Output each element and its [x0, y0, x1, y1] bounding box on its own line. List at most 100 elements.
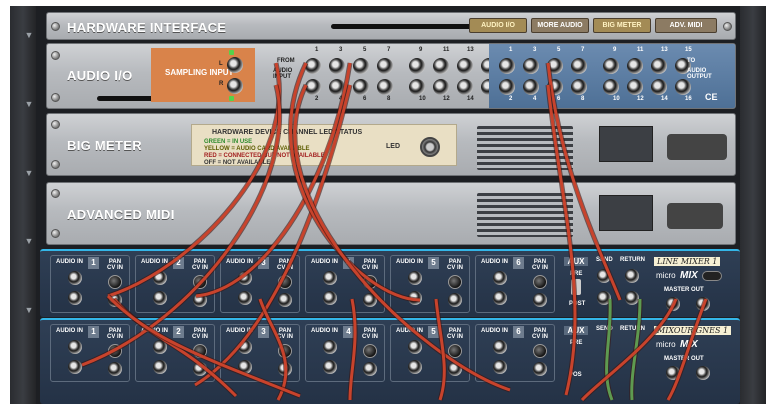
channel-4-pan-cv-jack[interactable] — [363, 293, 377, 307]
channel-5-in-r-jack[interactable] — [408, 291, 422, 305]
channel-5-pan-cv-jack[interactable] — [448, 293, 462, 307]
tab-adv-midi[interactable]: ADV. MIDI — [655, 18, 717, 33]
audio-input-jack[interactable] — [329, 79, 345, 95]
audio-input-jack[interactable] — [353, 58, 369, 74]
fold-arrow-icon[interactable]: ▼ — [24, 168, 34, 178]
audio-input-jack[interactable] — [433, 58, 449, 74]
audio-output-jack[interactable] — [603, 79, 619, 95]
channel-4-in-l-jack[interactable] — [323, 340, 337, 354]
channel-4-pan-cv-knob[interactable] — [363, 344, 377, 358]
channel-6-in-l-jack[interactable] — [493, 271, 507, 285]
fold-arrow-icon[interactable]: ▼ — [24, 99, 34, 109]
fold-arrow-icon[interactable]: ▼ — [24, 236, 34, 246]
channel-2-pan-cv-knob[interactable] — [193, 275, 207, 289]
channel-6-in-r-jack[interactable] — [493, 291, 507, 305]
channel-3-pan-cv-knob[interactable] — [278, 344, 292, 358]
channel-1-pan-cv-jack[interactable] — [108, 362, 122, 376]
tab-audio-io[interactable]: AUDIO I/O — [469, 18, 527, 33]
master-out-r-jack[interactable] — [696, 297, 710, 311]
audio-input-jack[interactable] — [377, 79, 393, 95]
aux-send-l-jack[interactable] — [597, 269, 611, 283]
channel-5-in-l-jack[interactable] — [408, 340, 422, 354]
channel-4-pan-cv-knob[interactable] — [363, 275, 377, 289]
channel-5-pan-cv-knob[interactable] — [448, 275, 462, 289]
channel-4-in-l-jack[interactable] — [323, 271, 337, 285]
master-out-r-jack[interactable] — [696, 366, 710, 380]
channel-4-pan-cv-jack[interactable] — [363, 362, 377, 376]
channel-2-in-r-jack[interactable] — [153, 360, 167, 374]
channel-1-pan-cv-jack[interactable] — [108, 293, 122, 307]
audio-input-jack[interactable] — [409, 58, 425, 74]
device-name-tape[interactable]: MIXOUR GNES 1 — [654, 326, 732, 335]
channel-5-in-l-jack[interactable] — [408, 271, 422, 285]
audio-input-jack[interactable] — [329, 58, 345, 74]
channel-5-pan-cv-knob[interactable] — [448, 344, 462, 358]
audio-input-jack[interactable] — [457, 58, 473, 74]
channel-3-in-r-jack[interactable] — [238, 360, 252, 374]
audio-input-jack[interactable] — [305, 58, 321, 74]
channel-5-in-r-jack[interactable] — [408, 360, 422, 374]
channel-6-pan-cv-jack[interactable] — [533, 362, 547, 376]
audio-input-jack[interactable] — [409, 79, 425, 95]
channel-2-in-l-jack[interactable] — [153, 340, 167, 354]
sampling-input-r-jack[interactable] — [227, 78, 243, 94]
device-name-tape[interactable]: LINE MIXER 1 — [654, 257, 721, 266]
audio-output-jack[interactable] — [651, 58, 667, 74]
channel-2-pan-cv-jack[interactable] — [193, 293, 207, 307]
master-out-l-jack[interactable] — [666, 366, 680, 380]
channel-2-pan-cv-knob[interactable] — [193, 344, 207, 358]
audio-input-jack[interactable] — [377, 58, 393, 74]
audio-output-jack[interactable] — [523, 58, 539, 74]
channel-3-pan-cv-knob[interactable] — [278, 275, 292, 289]
audio-output-jack[interactable] — [571, 58, 587, 74]
channel-1-pan-cv-knob[interactable] — [108, 344, 122, 358]
channel-6-pan-cv-knob[interactable] — [533, 344, 547, 358]
tab-big-meter[interactable]: BIG METER — [593, 18, 651, 33]
channel-2-pan-cv-jack[interactable] — [193, 362, 207, 376]
channel-4-in-r-jack[interactable] — [323, 291, 337, 305]
channel-1-in-l-jack[interactable] — [68, 340, 82, 354]
channel-6-pan-cv-knob[interactable] — [533, 275, 547, 289]
channel-3-in-l-jack[interactable] — [238, 340, 252, 354]
channel-6-in-r-jack[interactable] — [493, 360, 507, 374]
aux-send-r-jack[interactable] — [597, 291, 611, 305]
channel-1-in-r-jack[interactable] — [68, 291, 82, 305]
channel-3-pan-cv-jack[interactable] — [278, 362, 292, 376]
audio-output-jack[interactable] — [603, 58, 619, 74]
aux-return-r-jack[interactable] — [625, 291, 639, 305]
audio-output-jack[interactable] — [627, 58, 643, 74]
audio-output-jack[interactable] — [651, 79, 667, 95]
aux-return-l-jack[interactable] — [625, 269, 639, 283]
master-out-l-jack[interactable] — [666, 297, 680, 311]
audio-output-jack[interactable] — [523, 79, 539, 95]
channel-5-pan-cv-jack[interactable] — [448, 362, 462, 376]
tab-more-audio[interactable]: MORE AUDIO — [531, 18, 589, 33]
channel-3-in-l-jack[interactable] — [238, 271, 252, 285]
channel-1-in-r-jack[interactable] — [68, 360, 82, 374]
channel-3-pan-cv-jack[interactable] — [278, 293, 292, 307]
power-switch[interactable] — [702, 271, 722, 281]
fold-arrow-icon[interactable]: ▼ — [24, 305, 34, 315]
channel-6-in-l-jack[interactable] — [493, 340, 507, 354]
sampling-input-l-jack[interactable] — [227, 57, 243, 73]
audio-output-jack[interactable] — [675, 79, 691, 95]
channel-1-in-l-jack[interactable] — [68, 271, 82, 285]
audio-output-jack[interactable] — [571, 79, 587, 95]
fold-arrow-icon[interactable]: ▼ — [24, 30, 34, 40]
channel-2-in-r-jack[interactable] — [153, 291, 167, 305]
channel-4-in-r-jack[interactable] — [323, 360, 337, 374]
channel-2-in-l-jack[interactable] — [153, 271, 167, 285]
audio-input-jack[interactable] — [353, 79, 369, 95]
audio-output-jack[interactable] — [547, 58, 563, 74]
audio-output-jack[interactable] — [499, 58, 515, 74]
channel-1-pan-cv-knob[interactable] — [108, 275, 122, 289]
pre-post-switch[interactable] — [571, 279, 581, 295]
audio-output-jack[interactable] — [547, 79, 563, 95]
audio-input-jack[interactable] — [305, 79, 321, 95]
audio-input-jack[interactable] — [457, 79, 473, 95]
channel-3-in-r-jack[interactable] — [238, 291, 252, 305]
audio-output-jack[interactable] — [627, 79, 643, 95]
audio-output-jack[interactable] — [499, 79, 515, 95]
audio-input-jack[interactable] — [433, 79, 449, 95]
channel-6-pan-cv-jack[interactable] — [533, 293, 547, 307]
